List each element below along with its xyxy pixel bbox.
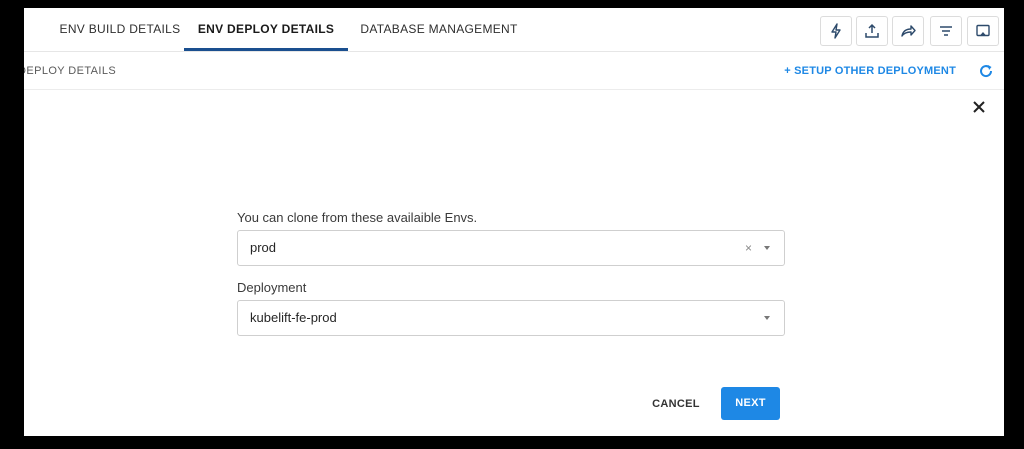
cast-button[interactable] (967, 16, 999, 46)
filter-button[interactable] (930, 16, 962, 46)
lightning-icon (831, 23, 841, 39)
deployment-label: Deployment (237, 280, 307, 295)
chevron-down-icon[interactable] (764, 316, 770, 320)
cast-icon (976, 24, 990, 37)
deployment-select[interactable]: kubelift-fe-prod (237, 300, 785, 336)
refresh-icon[interactable] (978, 63, 994, 79)
tab-bar: ENV BUILD DETAILS ENV DEPLOY DETAILS DAT… (24, 8, 1004, 52)
tab-env-build-details[interactable]: ENV BUILD DETAILS (40, 8, 200, 52)
env-select[interactable]: prod × (237, 230, 785, 266)
tab-env-deploy-details[interactable]: ENV DEPLOY DETAILS (184, 8, 348, 52)
setup-other-deployment-link[interactable]: + SETUP OTHER DEPLOYMENT (784, 52, 956, 90)
close-icon[interactable] (972, 100, 986, 114)
upload-icon (865, 23, 879, 38)
clear-icon[interactable]: × (745, 231, 752, 265)
breadcrumb: DEPLOY DETAILS (24, 65, 117, 77)
chevron-down-icon[interactable] (764, 246, 770, 250)
deployment-select-value: kubelift-fe-prod (250, 310, 337, 325)
active-tab-indicator (184, 48, 348, 51)
upload-button[interactable] (856, 16, 888, 46)
deploy-clone-panel: ENV BUILD DETAILS ENV DEPLOY DETAILS DAT… (24, 8, 1004, 436)
env-select-value: prod (250, 240, 277, 255)
tab-database-management[interactable]: DATABASE MANAGEMENT (354, 8, 524, 52)
next-button[interactable]: NEXT (721, 387, 780, 420)
sub-header: DEPLOY DETAILS + SETUP OTHER DEPLOYMENT (24, 52, 1004, 90)
share-icon (901, 25, 916, 37)
filter-icon (940, 26, 952, 36)
env-select-label: You can clone from these availaible Envs… (237, 210, 478, 225)
lightning-button[interactable] (820, 16, 852, 46)
cancel-button[interactable]: CANCEL (644, 388, 708, 420)
share-button[interactable] (892, 16, 924, 46)
